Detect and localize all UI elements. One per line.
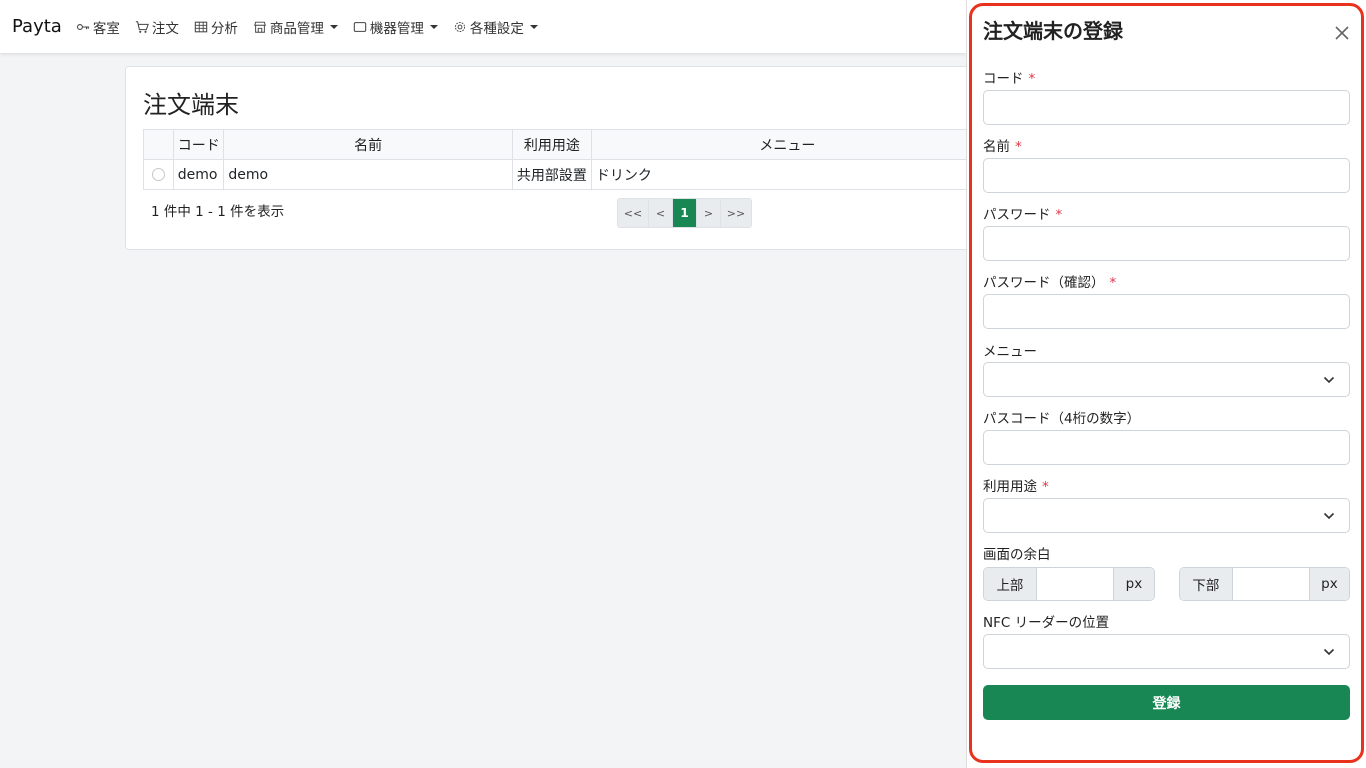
nav-item-analysis[interactable]: 分析 xyxy=(194,17,238,37)
required-mark: * xyxy=(1015,139,1022,155)
name-label-text: 名前 xyxy=(983,139,1010,155)
passcode-label: パスコード（4桁の数字） xyxy=(983,411,1141,427)
table-icon xyxy=(194,21,208,32)
register-button[interactable]: 登録 xyxy=(983,685,1350,720)
usage-select[interactable] xyxy=(983,498,1350,533)
cell-usage: 共用部設置 xyxy=(511,159,592,190)
required-mark: * xyxy=(1055,207,1063,223)
panel-title: 注文端末の登録 xyxy=(983,19,1123,43)
required-mark: * xyxy=(1109,275,1117,291)
column-header-menu: メニュー xyxy=(590,129,985,160)
terminal-table: コード 名前 利用用途 メニュー demo demo 共用部設置 ドリンク xyxy=(143,129,985,190)
terminal-list-card: 注文端末 コード 名前 利用用途 メニュー demo demo 共用部設置 ドリ… xyxy=(125,66,985,250)
required-mark: * xyxy=(1042,479,1049,495)
table-header-row: コード 名前 利用用途 メニュー xyxy=(143,129,985,160)
nav-item-label: 分析 xyxy=(210,20,238,37)
cell-menu: ドリンク xyxy=(590,159,985,190)
close-icon xyxy=(1335,26,1349,40)
usage-label: 利用用途 * xyxy=(983,475,1049,495)
margin-bottom-label: 下部 xyxy=(1180,568,1232,600)
page-current-button[interactable]: 1 xyxy=(673,199,697,227)
nav-item-rooms[interactable]: 客室 xyxy=(76,17,120,37)
password-confirm-input[interactable] xyxy=(983,294,1350,329)
pagination: << < 1 > >> xyxy=(617,198,752,228)
code-label-text: コード xyxy=(983,71,1024,87)
chevron-down-icon xyxy=(529,24,538,29)
table-row[interactable]: demo demo 共用部設置 ドリンク xyxy=(143,159,985,190)
cart-icon xyxy=(135,20,149,33)
menu-select[interactable] xyxy=(983,362,1350,397)
column-header-code: コード xyxy=(172,129,225,160)
chevron-down-icon xyxy=(429,24,438,29)
name-input[interactable] xyxy=(983,158,1350,193)
margin-top-group: 上部 px xyxy=(983,567,1155,601)
password-label-text: パスワード xyxy=(983,207,1051,223)
navbar: Payta 客室 注文 分析 商品管理 機器管理 各種設定 xyxy=(0,0,966,53)
pagination-summary: 1 件中 1 - 1 件を表示 xyxy=(151,204,285,220)
nav-item-label: 機器管理 xyxy=(369,20,424,37)
nfc-position-label: NFC リーダーの位置 xyxy=(983,615,1110,631)
password-input[interactable] xyxy=(983,226,1350,261)
row-select-radio[interactable] xyxy=(151,168,165,181)
shop-icon xyxy=(253,21,266,33)
passcode-input[interactable] xyxy=(983,430,1350,465)
page-last-button[interactable]: >> xyxy=(721,199,751,227)
cell-code: demo xyxy=(172,159,225,190)
nav-item-label: 注文 xyxy=(151,20,179,37)
column-header-select xyxy=(143,129,174,160)
page-next-button[interactable]: > xyxy=(697,199,721,227)
page-title: 注文端末 xyxy=(143,91,239,119)
margin-label: 画面の余白 xyxy=(983,547,1051,563)
password-confirm-label: パスワード（確認） * xyxy=(983,271,1116,291)
margin-top-label: 上部 xyxy=(984,568,1036,600)
margin-top-input[interactable] xyxy=(1035,568,1114,600)
password-label: パスワード * xyxy=(983,203,1062,223)
usage-label-text: 利用用途 xyxy=(983,479,1037,495)
cell-name: demo xyxy=(223,159,513,190)
nav-item-label: 各種設定 xyxy=(469,20,524,37)
nav-item-label: 客室 xyxy=(92,20,120,37)
column-header-usage: 利用用途 xyxy=(511,129,592,160)
margin-top-unit: px xyxy=(1113,568,1154,600)
nfc-position-select[interactable] xyxy=(983,634,1350,669)
margin-bottom-group: 下部 px xyxy=(1179,567,1350,601)
required-mark: * xyxy=(1028,71,1036,87)
tablet-icon xyxy=(353,21,367,32)
password-confirm-label-text: パスワード（確認） xyxy=(983,275,1105,291)
chevron-down-icon xyxy=(1323,512,1335,520)
nav-item-orders[interactable]: 注文 xyxy=(135,17,179,37)
brand-logo[interactable]: Payta xyxy=(12,16,62,37)
margin-bottom-unit: px xyxy=(1309,568,1349,600)
nav-item-products[interactable]: 商品管理 xyxy=(253,17,338,37)
page-first-button[interactable]: << xyxy=(618,199,649,227)
name-label: 名前 * xyxy=(983,135,1022,155)
nav-item-devices[interactable]: 機器管理 xyxy=(353,17,438,37)
code-input[interactable] xyxy=(983,90,1350,125)
chevron-down-icon xyxy=(1323,648,1335,656)
nav-item-label: 商品管理 xyxy=(269,20,324,37)
column-header-name: 名前 xyxy=(223,129,513,160)
gear-icon xyxy=(454,21,465,32)
nav-item-settings[interactable]: 各種設定 xyxy=(453,17,538,37)
key-icon xyxy=(76,23,89,30)
chevron-down-icon xyxy=(329,24,338,29)
code-label: コード * xyxy=(983,67,1035,87)
chevron-down-icon xyxy=(1323,376,1335,384)
close-button[interactable] xyxy=(1333,24,1351,42)
menu-label: メニュー xyxy=(983,344,1037,360)
page-prev-button[interactable]: < xyxy=(649,199,673,227)
margin-bottom-input[interactable] xyxy=(1231,568,1310,600)
row-select-cell xyxy=(143,159,174,190)
